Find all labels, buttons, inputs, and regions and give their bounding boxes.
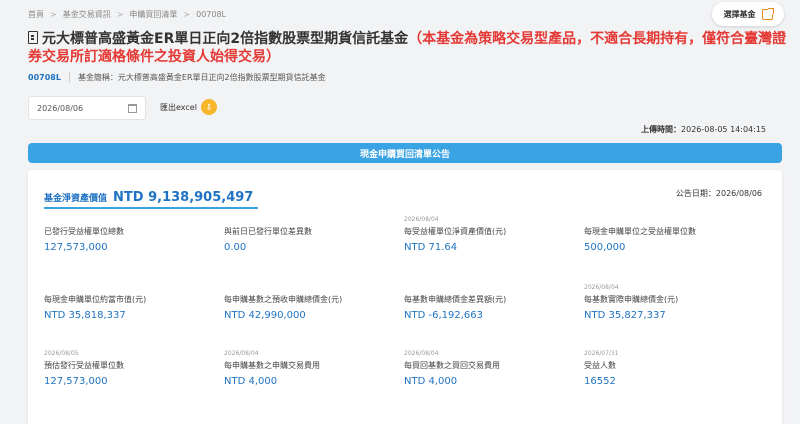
data-cell: 與前日已發行單位差異數 0.00	[224, 216, 394, 253]
date-value: 2026/08/06	[37, 103, 84, 113]
data-cell: 每現金申購單位之受益權單位數 500,000	[584, 216, 754, 253]
cell-value: 0.00	[224, 242, 247, 253]
cell-date: 2026/08/04	[404, 350, 439, 357]
cell-label: 與前日已發行單位差異數	[224, 227, 312, 236]
upload-time-value: 2026-08-05 14:04:15	[681, 125, 766, 134]
cell-label: 每基數申購總價金差異額(元)	[404, 295, 507, 304]
cell-date: 2026/08/04	[224, 350, 259, 357]
section-banner: 現金申購買回清單公告	[28, 143, 782, 163]
cell-label: 每受益權單位淨資產價值(元)	[404, 227, 507, 236]
cell-date	[44, 284, 214, 292]
page-title: 元大標普高盛黃金ER單日正向2倍指數股票型期貨信託基金（本基金為策略交易型產品，…	[28, 30, 788, 66]
cell-label: 受益人數	[584, 361, 616, 370]
cell-label: 每申購基數之預收申購總價金(元)	[224, 295, 343, 304]
cell-value: NTD 4,000	[404, 376, 458, 387]
cell-label: 已發行受益權單位總數	[44, 227, 124, 236]
cell-date: 2026/07/31	[584, 350, 619, 357]
cell-value: 127,573,000	[44, 242, 108, 253]
cell-value: NTD 42,990,000	[224, 310, 306, 321]
upload-time: 上傳時間：2026-08-05 14:04:15	[641, 124, 766, 135]
cell-date: 2026/08/04	[404, 216, 439, 223]
chevron-right-icon: >	[183, 10, 191, 19]
cell-label: 每基數實際申購總價金(元)	[584, 295, 679, 304]
breadcrumb-current: 00708L	[196, 10, 227, 19]
external-link-icon	[761, 7, 774, 20]
calendar-icon	[128, 104, 137, 113]
data-cell: 每現金申購單位約當市值(元) NTD 35,818,337	[44, 284, 214, 321]
fund-code-row: 00708L 基金簡稱：元大標普高盛黃金ER單日正向2倍指數股票型期貨信託基金	[28, 72, 326, 83]
cell-date	[584, 216, 754, 224]
breadcrumb-home[interactable]: 首頁	[28, 9, 44, 20]
announce-date: 公告日期：2026/08/06	[675, 189, 762, 198]
data-cell: 2026/08/04 每基數實際申購總價金(元) NTD 35,827,337	[584, 284, 754, 321]
divider	[68, 72, 70, 83]
banner-title: 現金申購買回清單公告	[359, 149, 450, 160]
select-fund-button[interactable]: 選擇基金	[712, 2, 784, 26]
export-excel-button[interactable]: 匯出excel ⇩	[160, 99, 217, 115]
fund-short-name: 基金簡稱：元大標普高盛黃金ER單日正向2倍指數股票型期貨信託基金	[77, 73, 326, 82]
cell-label: 每現金申購單位約當市值(元)	[44, 295, 147, 304]
cell-label: 每買回基數之買回交易費用	[404, 361, 500, 370]
cell-date: 2026/08/04	[584, 284, 619, 291]
cell-value: NTD 35,827,337	[584, 310, 666, 321]
cell-label: 每現金申購單位之受益權單位數	[584, 227, 696, 236]
nav-label: 基金淨資產價值	[44, 194, 108, 204]
cell-value: NTD 35,818,337	[44, 310, 126, 321]
cell-date	[224, 284, 394, 292]
data-cell: 已發行受益權單位總數 127,573,000	[44, 216, 214, 253]
cell-value: 500,000	[584, 242, 626, 253]
cell-date	[224, 216, 394, 224]
data-cell: 每基數申購總價金差異額(元) NTD -6,192,663	[404, 284, 574, 321]
fund-code: 00708L	[28, 73, 61, 82]
nav-value: NTD 9,138,905,497	[113, 190, 254, 205]
data-cell: 每申購基數之預收申購總價金(元) NTD 42,990,000	[224, 284, 394, 321]
cell-date: 2026/08/05	[44, 350, 79, 357]
data-cell: 2026/07/31 受益人數 16552	[584, 350, 754, 387]
excel-icon: ⇩	[200, 99, 217, 115]
document-icon	[28, 31, 38, 44]
cell-value: 16552	[584, 376, 616, 387]
breadcrumb: 首頁 > 基金交易資訊 > 申購買回清單 > 00708L	[28, 9, 226, 20]
nav-row: 基金淨資產價值 NTD 9,138,905,497	[44, 190, 253, 205]
date-picker-input[interactable]: 2026/08/06	[28, 96, 146, 120]
data-cell: 2026/08/04 每申購基數之申購交易費用 NTD 4,000	[224, 350, 394, 387]
data-cell: 2026/08/04 每買回基數之買回交易費用 NTD 4,000	[404, 350, 574, 387]
cell-label: 每申購基數之申購交易費用	[224, 361, 320, 370]
cell-value: 127,573,000	[44, 376, 108, 387]
cell-value: NTD 4,000	[224, 376, 278, 387]
chevron-right-icon: >	[116, 10, 124, 19]
nav-underline	[44, 207, 258, 209]
data-cell: 2026/08/05 預估發行受益權單位數 127,573,000	[44, 350, 214, 387]
cell-date	[404, 284, 574, 292]
cell-label: 預估發行受益權單位數	[44, 361, 124, 370]
upload-time-label: 上傳時間：	[641, 125, 682, 134]
announcement-card: 基金淨資產價值 NTD 9,138,905,497 公告日期：2026/08/0…	[28, 170, 782, 424]
data-cell: 2026/08/04 每受益權單位淨資產價值(元) NTD 71.64	[404, 216, 574, 253]
chevron-right-icon: >	[50, 10, 57, 19]
export-label: 匯出excel	[160, 102, 197, 112]
cell-value: NTD -6,192,663	[404, 310, 483, 321]
breadcrumb-creation-list[interactable]: 申購買回清單	[129, 9, 177, 20]
fund-full-name: 元大標普高盛黃金ER單日正向2倍指數股票型期貨信託基金	[42, 31, 409, 47]
breadcrumb-fund-info[interactable]: 基金交易資訊	[63, 9, 111, 20]
cell-date	[44, 216, 214, 224]
cell-value: NTD 71.64	[404, 242, 458, 253]
select-fund-label: 選擇基金	[723, 9, 756, 19]
